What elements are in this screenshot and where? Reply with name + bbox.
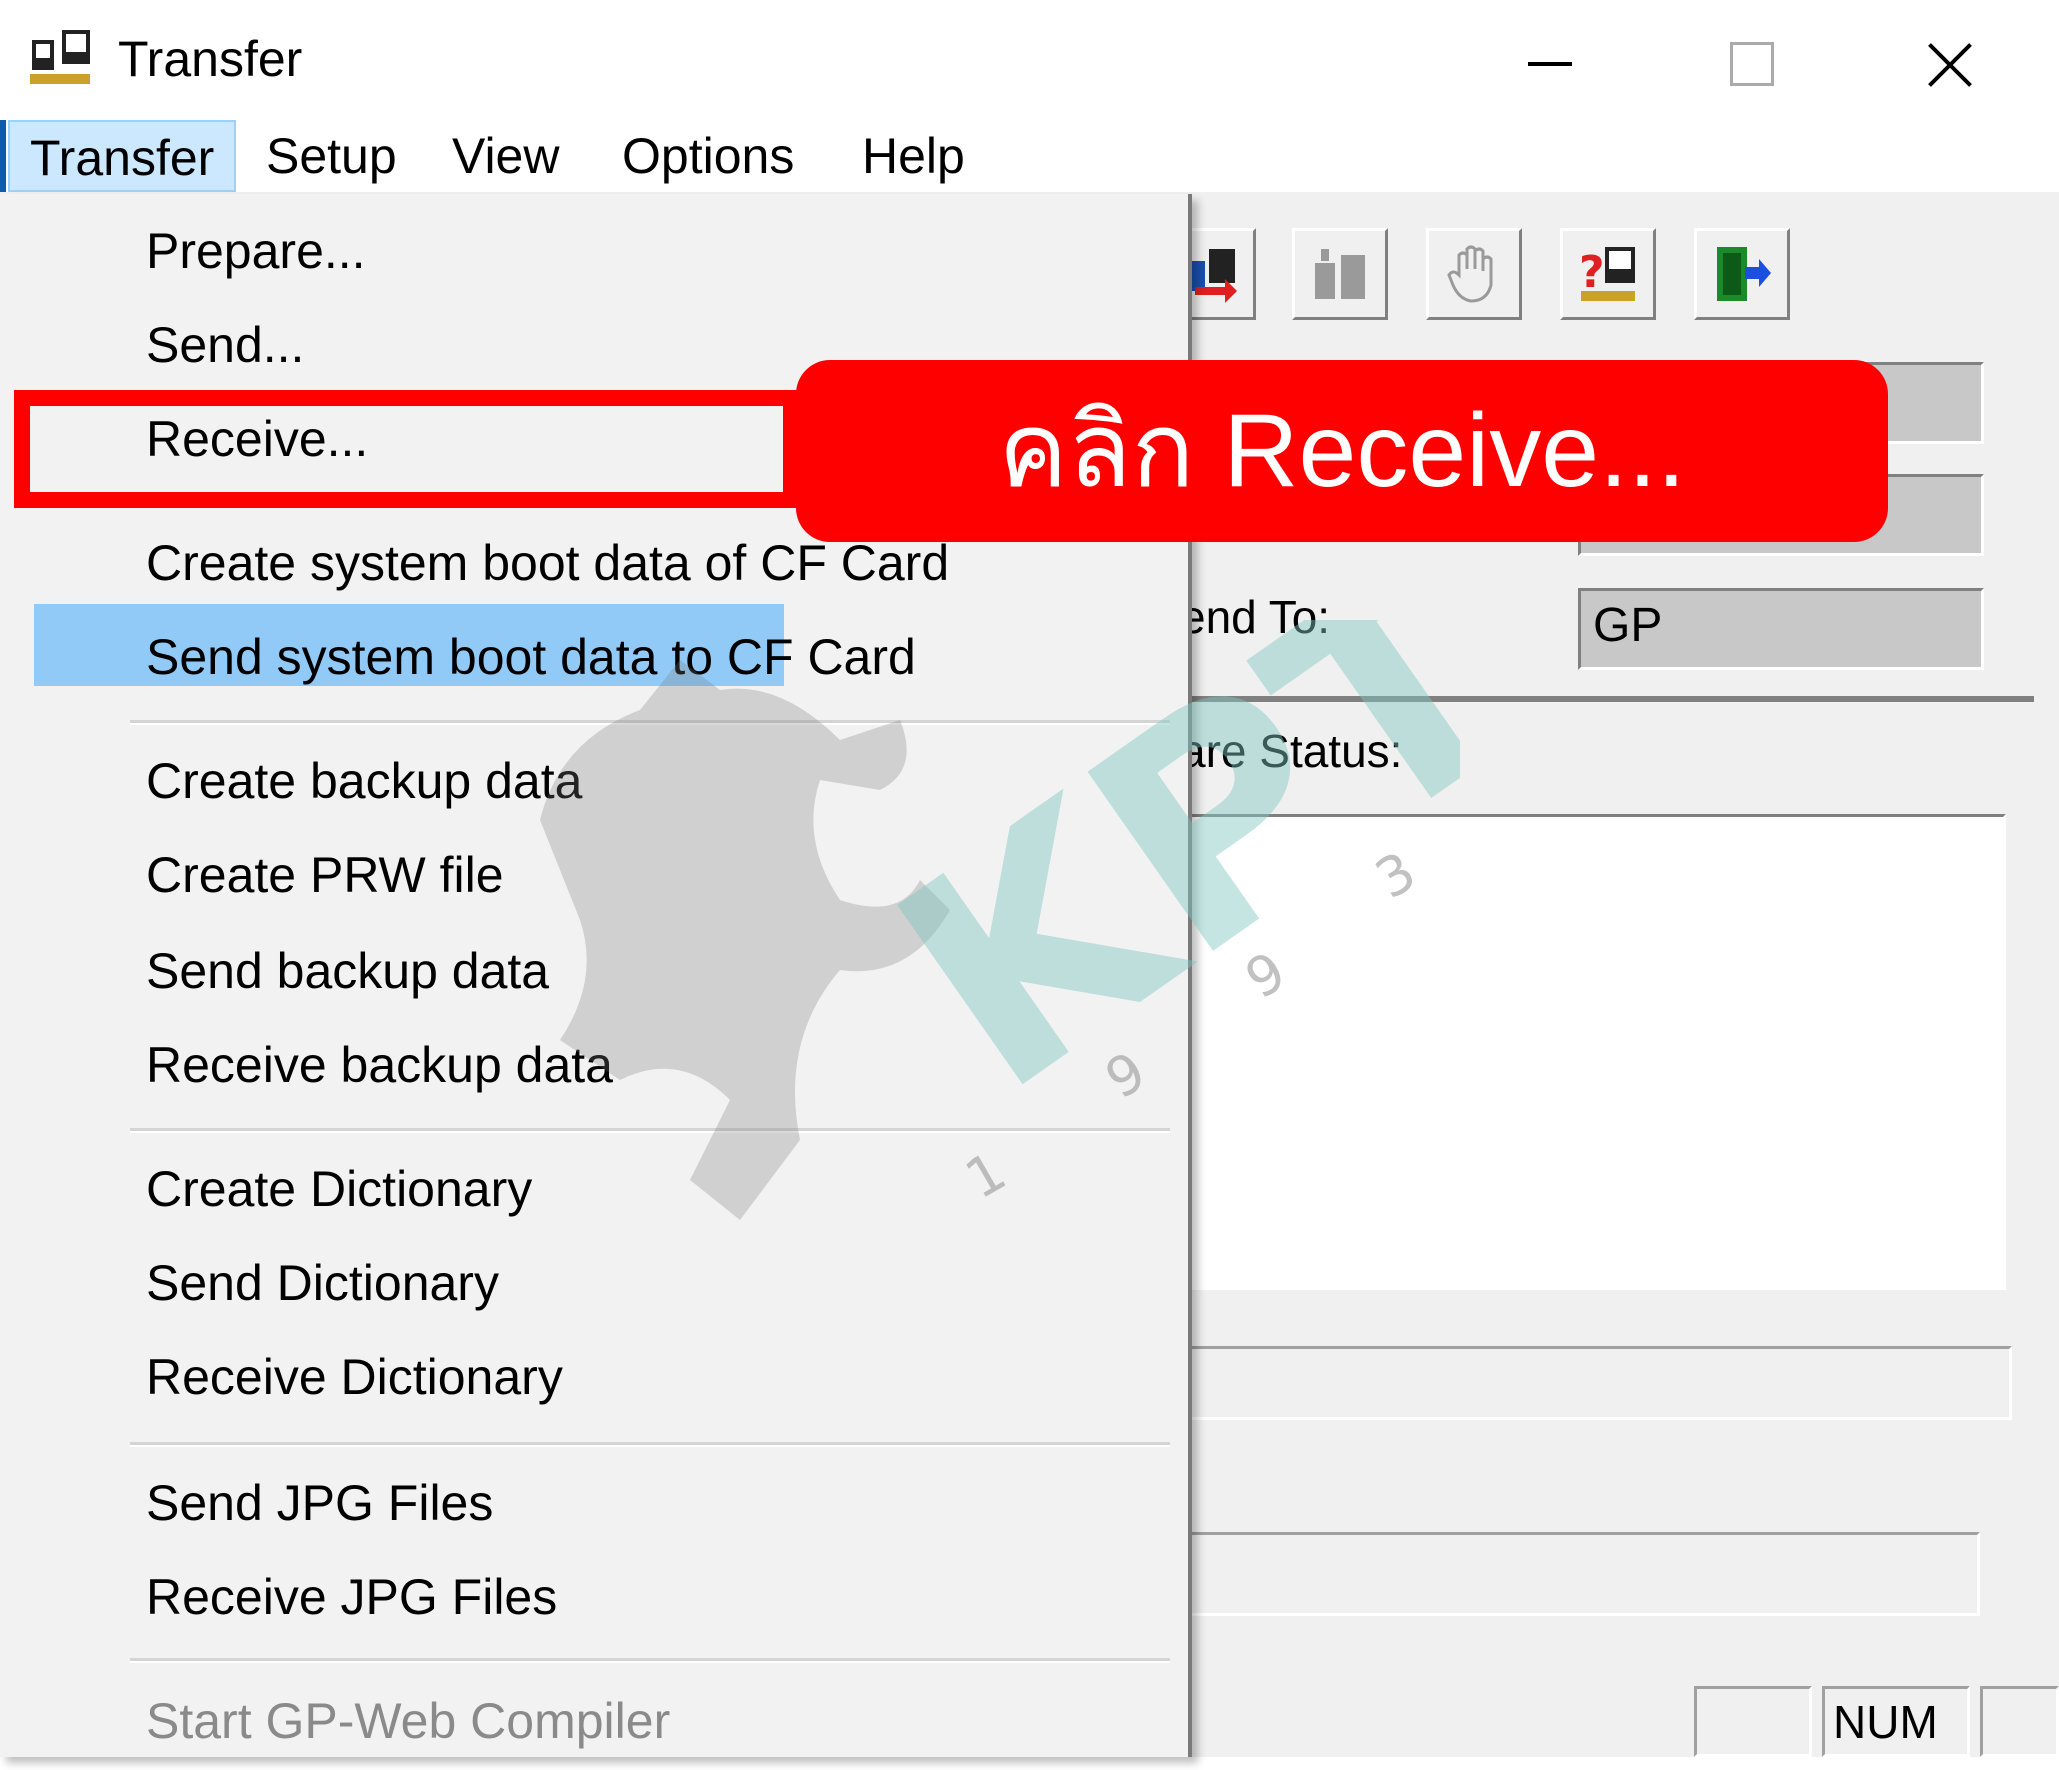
status-cell-3 <box>1980 1686 2059 1757</box>
menu-item-gp-web-compiler: Start GP-Web Compiler <box>0 1684 1180 1770</box>
menu-item-send-jpg[interactable]: Send JPG Files <box>0 1466 1180 1552</box>
transfer-app-icon <box>30 30 90 84</box>
menu-separator <box>130 720 1170 725</box>
menu-item-label: Create backup data <box>146 753 583 809</box>
toolbar-exit-button[interactable] <box>1694 228 1790 320</box>
toolbar-setup-button[interactable] <box>1292 228 1388 320</box>
menu-item-receive-dictionary[interactable]: Receive Dictionary <box>0 1340 1180 1426</box>
window-title: Transfer <box>118 31 303 87</box>
exit-icon <box>1717 247 1771 301</box>
menu-item-label: Create PRW file <box>146 847 504 903</box>
menu-item-label: Send backup data <box>146 943 550 999</box>
menu-transfer[interactable]: Transfer <box>8 120 237 192</box>
menu-help[interactable]: Help <box>842 120 985 192</box>
menu-options[interactable]: Options <box>602 120 814 192</box>
help-icon: ? <box>1579 247 1635 301</box>
menu-item-label: Receive Dictionary <box>146 1349 563 1405</box>
menu-separator <box>130 1442 1170 1447</box>
svg-text:?: ? <box>1579 247 1605 298</box>
menu-item-receive-jpg[interactable]: Receive JPG Files <box>0 1560 1180 1646</box>
menu-bar: Transfer Setup View Options Help <box>0 120 2059 192</box>
menu-setup[interactable]: Setup <box>246 120 417 192</box>
receive-highlight-box <box>14 390 799 508</box>
menu-item-send-backup[interactable]: Send backup data <box>0 934 1180 1020</box>
menu-item-label: Start GP-Web Compiler <box>146 1693 671 1749</box>
menu-item-create-backup[interactable]: Create backup data <box>0 744 1180 830</box>
maximize-button[interactable] <box>1700 18 1800 108</box>
status-label: are Status: <box>1180 725 1403 777</box>
menu-item-label: Send system boot data to CF Card <box>146 629 916 685</box>
setup-icon <box>1315 249 1365 299</box>
transfer-window: Transfer Transfer Setup View Options Hel… <box>0 0 2059 1757</box>
progress-bar-1 <box>1180 1346 2012 1420</box>
menu-item-create-prw[interactable]: Create PRW file <box>0 838 1180 924</box>
menu-item-create-dictionary[interactable]: Create Dictionary <box>0 1152 1180 1238</box>
send-to-label: end To: <box>1180 591 1331 643</box>
menu-item-label: Send Dictionary <box>146 1255 499 1311</box>
menu-item-label: Send JPG Files <box>146 1475 494 1531</box>
menu-item-label: Create system boot data of CF Card <box>146 535 950 591</box>
title-bar: Transfer <box>0 0 2059 122</box>
stop-hand-icon <box>1447 245 1493 303</box>
menu-separator <box>130 1658 1170 1663</box>
divider <box>1180 696 2034 702</box>
close-button[interactable] <box>1900 18 2000 108</box>
window-edge <box>0 120 6 192</box>
menu-view[interactable]: View <box>432 120 579 192</box>
menu-separator <box>130 1128 1170 1133</box>
menu-item-label: Receive JPG Files <box>146 1569 558 1625</box>
menu-item-prepare[interactable]: Prepare... <box>0 214 1180 300</box>
status-num: NUM <box>1822 1686 1970 1757</box>
menu-item-receive-backup[interactable]: Receive backup data <box>0 1028 1180 1114</box>
status-box <box>1180 814 2006 1290</box>
toolbar-help-button[interactable]: ? <box>1560 228 1656 320</box>
minimize-button[interactable] <box>1500 18 1600 108</box>
toolbar-stop-button[interactable] <box>1426 228 1522 320</box>
menu-item-label: Create Dictionary <box>146 1161 533 1217</box>
instruction-callout: คลิก Receive... <box>796 360 1888 542</box>
send-to-field: GP <box>1578 588 1984 670</box>
progress-bar-2 <box>1180 1532 1980 1616</box>
status-cell-1 <box>1694 1686 1812 1757</box>
menu-item-send-cf-boot[interactable]: Send system boot data to CF Card <box>0 620 1180 706</box>
menu-item-label: Receive backup data <box>146 1037 613 1093</box>
menu-item-send-dictionary[interactable]: Send Dictionary <box>0 1246 1180 1332</box>
menu-item-label: Send... <box>146 317 305 373</box>
menu-item-label: Prepare... <box>146 223 366 279</box>
